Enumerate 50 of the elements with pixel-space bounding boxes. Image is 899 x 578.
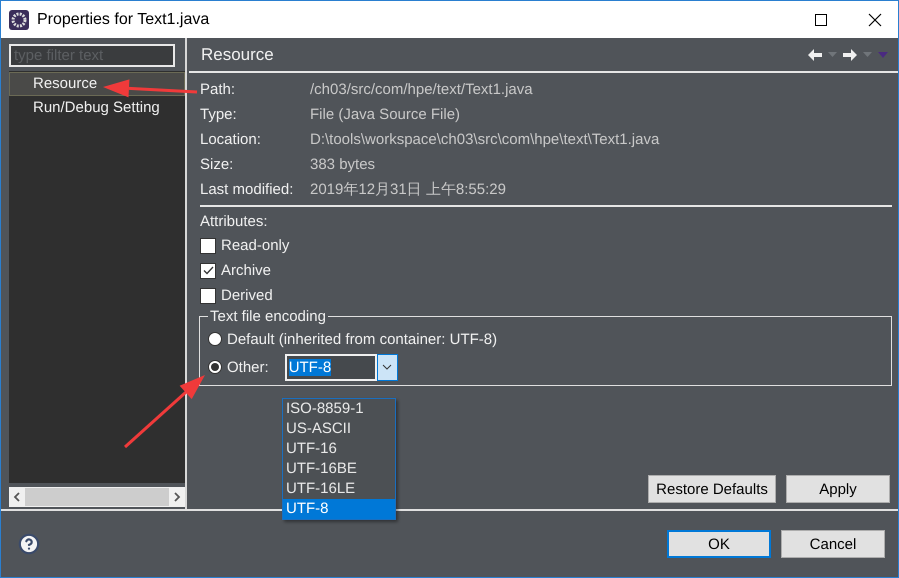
field-label: Type: — [200, 105, 238, 125]
help-icon[interactable] — [18, 533, 40, 555]
field-value: 2019年12月31日 上午8:55:29 — [310, 180, 507, 200]
dropdown-option[interactable]: UTF-8 — [283, 499, 395, 519]
chevron-icon — [382, 364, 392, 370]
field-value: 383 bytes — [310, 155, 376, 175]
scrollbar-thumb[interactable] — [25, 488, 169, 506]
scroll-right-icon[interactable] — [173, 492, 181, 502]
dropdown-option[interactable]: ISO-8859-1 — [283, 399, 395, 419]
encoding-field[interactable]: UTF-8 — [284, 354, 377, 380]
checkbox[interactable] — [200, 262, 216, 278]
field-value: /ch03/src/com/hpe/text/Text1.java — [310, 80, 534, 100]
dropdown-option[interactable]: UTF-16LE — [283, 479, 395, 499]
page-title: Resource — [201, 44, 275, 64]
radio-label: Default (inherited from container: UTF-8) — [227, 330, 498, 348]
field-label: Last modified: — [200, 180, 294, 200]
checkbox-label: Derived — [221, 287, 273, 304]
scroll-left-icon[interactable] — [13, 492, 21, 502]
page-button[interactable]: Restore Defaults — [648, 475, 776, 503]
window-title: Properties for Text1.java — [37, 10, 210, 28]
dropdown-option[interactable]: UTF-16 — [283, 439, 395, 459]
field-label: Path: — [200, 80, 236, 100]
field-label: Size: — [200, 155, 234, 175]
checkbox[interactable] — [200, 288, 216, 304]
field-label: Location: — [200, 130, 262, 150]
section-label: Attributes: — [200, 213, 269, 230]
group-title: Text file encoding — [209, 308, 327, 325]
radio-button[interactable] — [208, 332, 222, 346]
app-icon — [9, 10, 29, 30]
close-icon[interactable] — [868, 12, 882, 26]
checkbox-label: Read-only — [221, 237, 290, 254]
radio-button[interactable] — [208, 360, 222, 374]
checkbox-label: Archive — [221, 262, 272, 279]
dropdown-button[interactable] — [376, 354, 398, 380]
back-arrow-icon[interactable] — [808, 48, 822, 60]
tree-item[interactable]: Resource — [9, 72, 185, 96]
maximize-icon[interactable] — [815, 14, 827, 26]
tree-item[interactable]: Run/Debug Setting — [9, 96, 185, 120]
field-value: File (Java Source File) — [310, 105, 462, 125]
dialog-button[interactable]: OK — [667, 530, 771, 558]
dropdown-option[interactable]: US-ASCII — [283, 419, 395, 439]
dropdown-option[interactable]: UTF-16BE — [283, 459, 395, 479]
forward-arrow-icon[interactable] — [843, 48, 857, 60]
radio-label: Other: — [227, 358, 269, 376]
page-button[interactable]: Apply — [786, 475, 890, 503]
horizontal-scrollbar[interactable] — [9, 487, 185, 507]
check-icon — [202, 266, 214, 275]
checkbox[interactable] — [200, 238, 216, 254]
field-value: D:\tools\workspace\ch03\src\com\hpe\text\Text1.java — [310, 130, 660, 150]
dialog-button[interactable]: Cancel — [781, 530, 885, 558]
